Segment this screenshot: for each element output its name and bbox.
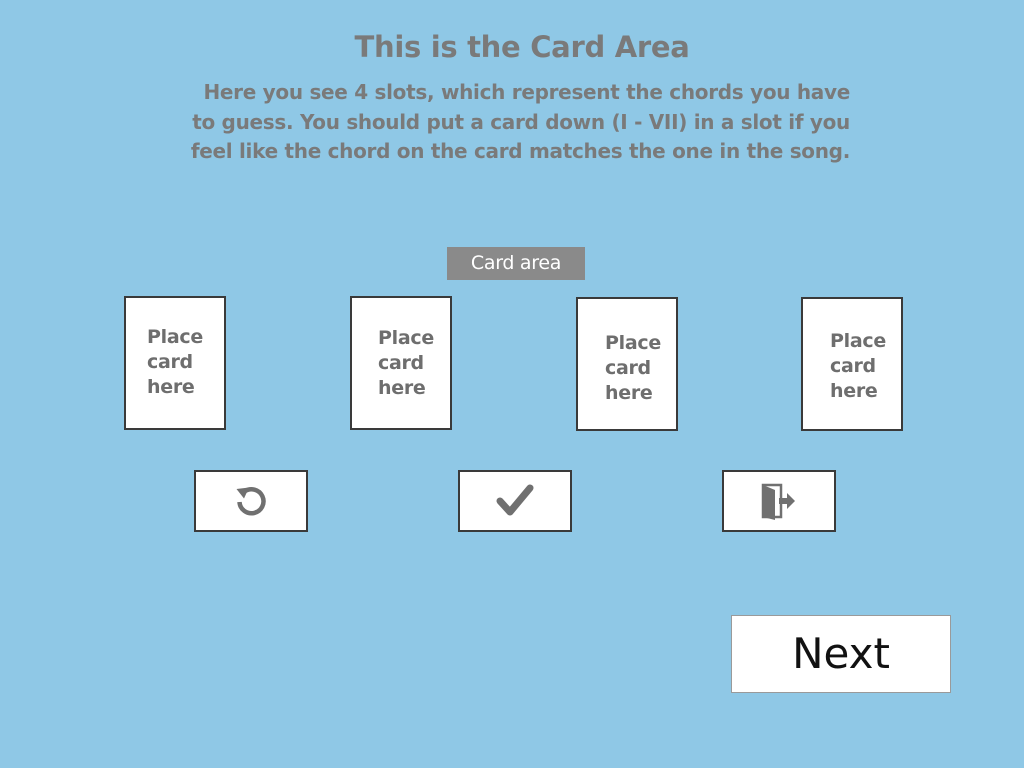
reset-button[interactable]: [194, 470, 308, 532]
card-slot-placeholder: Place card here: [378, 327, 434, 399]
checkmark-icon: [496, 484, 534, 518]
reset-icon: [233, 483, 269, 519]
card-slot-placeholder: Place card here: [605, 332, 661, 404]
card-slot-1[interactable]: Place card here: [124, 296, 226, 430]
next-button[interactable]: Next: [731, 615, 951, 693]
instructions-text: Here you see 4 slots, which represent th…: [190, 80, 850, 163]
card-slot-placeholder: Place card here: [147, 326, 203, 398]
card-slot-placeholder: Place card here: [830, 330, 886, 402]
page-title: This is the Card Area: [354, 30, 690, 64]
card-slot-3[interactable]: Place card here: [576, 297, 678, 431]
card-slot-4[interactable]: Place card here: [801, 297, 903, 431]
confirm-button[interactable]: [458, 470, 572, 532]
card-slot-2[interactable]: Place card here: [350, 296, 452, 430]
exit-door-icon: [759, 482, 799, 520]
exit-button[interactable]: [722, 470, 836, 532]
card-area-label: Card area: [447, 247, 585, 280]
